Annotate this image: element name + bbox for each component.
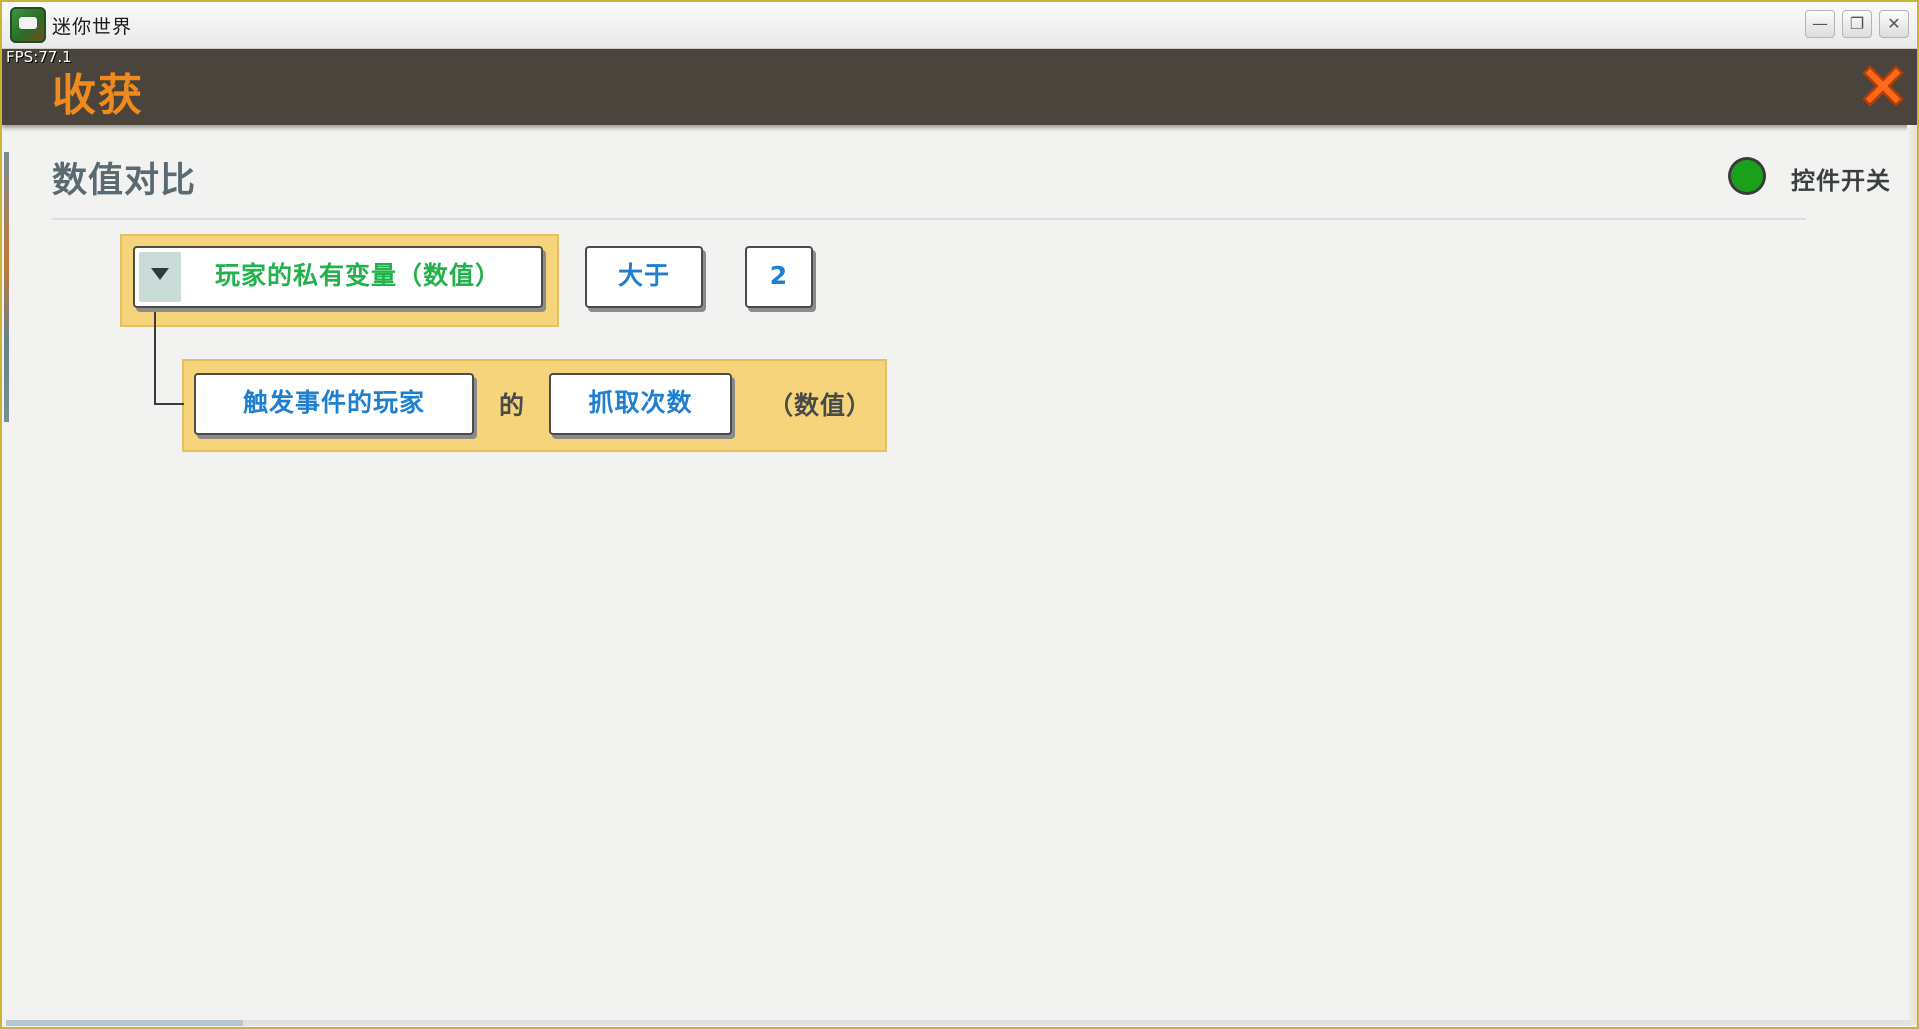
section-divider — [52, 218, 1806, 220]
app-logo-icon — [10, 7, 46, 43]
fps-counter: FPS:77.1 — [6, 48, 72, 66]
control-toggle[interactable] — [1731, 160, 1763, 192]
side-accent-strip — [4, 152, 9, 422]
dialog-header: 收获 — [2, 49, 1917, 125]
right-operand-button[interactable]: 2 — [745, 246, 813, 308]
left-operand-button[interactable]: 玩家的私有变量（数值） — [133, 246, 543, 308]
dialog-title: 收获 — [52, 70, 144, 121]
value-type-label: （数值） — [768, 391, 873, 420]
dialog-close-button[interactable] — [1854, 57, 1912, 115]
maximize-button[interactable]: ❐ — [1842, 10, 1872, 38]
window-close-button[interactable]: ✕ — [1879, 10, 1909, 38]
operand-dropdown[interactable] — [139, 252, 181, 302]
subject-button[interactable]: 触发事件的玩家 — [194, 373, 474, 435]
tree-connector — [154, 307, 184, 405]
right-edge-shade — [1907, 125, 1917, 1025]
app-window: 迷你世界 — ❐ ✕ FPS:77.1 收获 数值对比 控件开关 玩家的私有变量… — [0, 0, 1919, 1029]
title-bar[interactable]: 迷你世界 — ❐ ✕ — [2, 2, 1917, 49]
scrollbar-thumb[interactable] — [6, 1020, 243, 1026]
attribute-button[interactable]: 抓取次数 — [549, 373, 732, 435]
section-title: 数值对比 — [52, 161, 197, 201]
minimize-button[interactable]: — — [1805, 10, 1835, 38]
horizontal-scrollbar[interactable] — [6, 1020, 1911, 1026]
operator-button[interactable]: 大于 — [585, 246, 703, 308]
close-x-icon — [1862, 65, 1904, 107]
control-toggle-label: 控件开关 — [1791, 167, 1891, 195]
chevron-down-icon — [151, 268, 169, 280]
left-operand-label: 玩家的私有变量（数值） — [215, 261, 502, 290]
connector-text: 的 — [499, 391, 525, 420]
window-title: 迷你世界 — [52, 16, 133, 38]
